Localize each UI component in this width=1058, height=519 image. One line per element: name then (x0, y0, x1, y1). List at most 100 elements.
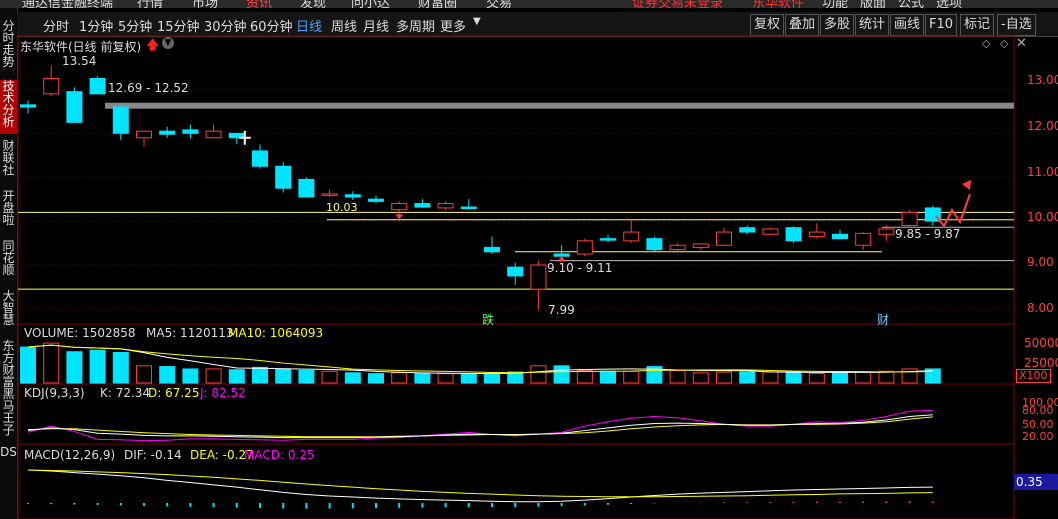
chevron-down-icon[interactable]: ▼ (162, 37, 174, 49)
volume-ma5: MA5: 1120113 (146, 326, 234, 340)
candle-body (785, 227, 802, 242)
candle-body (275, 165, 292, 189)
volume-bar (692, 372, 709, 384)
candle-body (205, 130, 222, 139)
restore-icon[interactable]: ◇ (1000, 37, 1008, 50)
annotation-level: 10.03 (326, 201, 358, 214)
price-tick: 9.00 (1027, 255, 1054, 269)
candle-body (43, 78, 60, 95)
volume-ma10: MA10: 1064093 (228, 326, 324, 340)
candle-body (646, 238, 663, 251)
candle-body (182, 129, 199, 134)
volume-bar (669, 369, 686, 384)
volume-unit: X100 (1016, 369, 1051, 383)
annotation-range-right: 9.85 - 9.87 (895, 227, 961, 241)
volume-bar (344, 372, 361, 384)
candle-body (391, 203, 408, 211)
main-pane-frame (17, 35, 1015, 325)
candle-body (484, 246, 500, 253)
candle-body (414, 203, 431, 208)
volume-bar (205, 368, 222, 384)
candle-body (855, 232, 872, 246)
volume-bar (136, 365, 152, 384)
candle-body (20, 104, 36, 108)
candle-body (460, 206, 477, 210)
candle-body (507, 266, 524, 277)
cross-cursor-icon (238, 130, 251, 145)
kdj-d: D: 67.25 (148, 386, 200, 400)
candle-body (298, 178, 315, 198)
candle-body (437, 203, 454, 209)
volume-bar (89, 349, 106, 384)
price-tick: 8.00 (1027, 301, 1054, 315)
volume-bar (576, 369, 593, 384)
kline-chart[interactable] (0, 0, 1058, 519)
candle-body (762, 228, 779, 235)
event-tag-die[interactable]: 跌 (482, 311, 494, 328)
price-tick: 11.00 (1027, 165, 1058, 179)
volume-bar (321, 370, 338, 384)
price-tick: 12.00 (1027, 119, 1058, 133)
kdj-label: KDJ(9,3,3) (24, 386, 85, 400)
volume-bar (275, 368, 292, 384)
volume-bar (252, 366, 268, 384)
volume-bar (484, 373, 500, 384)
candle-body (901, 211, 918, 226)
candle-body (66, 91, 83, 123)
candle-body (159, 130, 176, 135)
volume-bar (623, 370, 640, 384)
candle-body (252, 150, 268, 167)
volume-bar (20, 346, 36, 384)
volume-bar (716, 371, 732, 384)
volume-bar (437, 373, 454, 384)
candle-body (89, 78, 106, 95)
chart-title: 东华软件(日线 前复权) (20, 40, 142, 54)
volume-bar (159, 366, 176, 384)
candle-body (530, 264, 547, 290)
volume-bar (391, 372, 408, 384)
kdj-tick: 20.00 (1022, 430, 1054, 443)
macd-value-badge: 0.35 (1014, 474, 1058, 490)
volume-bar (460, 373, 477, 384)
event-tag-cai[interactable]: 财 (877, 311, 889, 328)
price-tick: 13.00 (1027, 73, 1058, 87)
candle-body (321, 193, 338, 196)
volume-bar (43, 342, 60, 384)
volume-bar (298, 369, 315, 384)
candle-body (692, 243, 709, 248)
volume-bar (808, 373, 825, 384)
candle-body (344, 194, 361, 198)
down-marker-icon (395, 214, 404, 220)
close-icon[interactable]: ✕ (1016, 36, 1027, 51)
macd-dea-line (27, 469, 933, 498)
candle-body (808, 231, 825, 237)
candle-body (878, 228, 895, 235)
candle-body (600, 238, 616, 241)
up-arrow-icon: 🡅 (146, 38, 160, 53)
annotation-low: 7.99 (548, 303, 575, 317)
candle-body (112, 106, 129, 134)
price-tick: 10.00 (1027, 210, 1058, 224)
candle-body (368, 198, 384, 202)
candle-body (669, 244, 686, 251)
volume-bar (762, 371, 779, 384)
annotation-high: 13.54 (62, 54, 97, 68)
candle-body (136, 130, 152, 139)
volume-bar (368, 373, 384, 384)
kdj-tick: 80.00 (1022, 404, 1054, 417)
candle-body (832, 233, 848, 240)
volume-tick: 25000 (1024, 356, 1058, 370)
volume-bar (832, 371, 848, 384)
candle-body (576, 240, 593, 255)
volume-bar (739, 371, 756, 384)
diamond-icon[interactable]: ◇ (982, 37, 990, 50)
annotation-range-mid: 9.10 - 9.11 (547, 261, 613, 275)
volume-bar (553, 365, 570, 384)
volume-bar (414, 373, 431, 384)
arrow-head-icon (962, 180, 971, 190)
annotation-range-top: 12.69 - 12.52 (108, 81, 189, 95)
kdj-k-line (27, 414, 933, 439)
volume-bar (66, 351, 83, 384)
volume-bar (878, 370, 895, 384)
resistance-band (105, 102, 1014, 109)
